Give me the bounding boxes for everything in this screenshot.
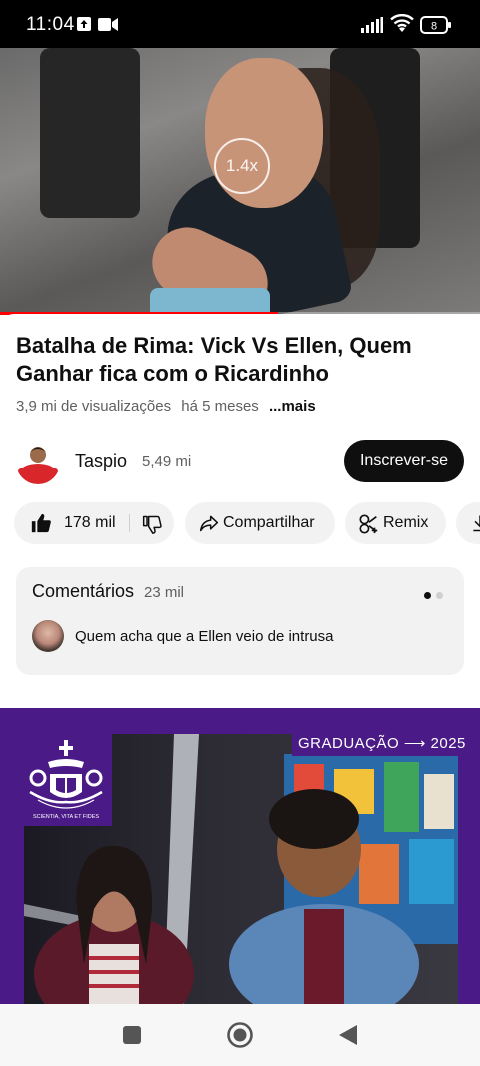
crest-motto: SCIENTIA, VITA ET FIDES	[33, 814, 99, 820]
carousel-dot-active	[424, 592, 431, 599]
battery-icon: 8	[420, 16, 452, 39]
signal-icon	[361, 17, 383, 38]
video-meta[interactable]: 3,9 mi de visualizações há 5 meses ...ma…	[16, 398, 316, 415]
remix-label: Remix	[383, 514, 429, 531]
like-count[interactable]: 178 mil	[64, 514, 116, 532]
video-details-panel: Batalha de Rima: Vick Vs Ellen, Quem Gan…	[0, 314, 480, 1004]
top-comment-text: Quem acha que a Ellen veio de intrusa	[75, 628, 334, 645]
download-icon	[470, 513, 480, 538]
recents-button[interactable]	[122, 1025, 142, 1050]
carousel-dot	[436, 592, 443, 599]
actions-row: 178 mil Compartilhar Remix	[0, 502, 480, 546]
status-bar: 11:04 8	[0, 0, 480, 48]
like-dislike-chip: 178 mil	[14, 502, 174, 544]
comments-title: Comentários	[32, 581, 135, 601]
channel-avatar[interactable]	[16, 440, 60, 484]
ad-tag: GRADUAÇÃO ⟶ 2025	[292, 730, 472, 756]
promoted-ad[interactable]: GRADUAÇÃO ⟶ 2025 SCIENTIA, VITA ET FIDES	[0, 708, 480, 1004]
upload-age: há 5 meses	[181, 398, 259, 415]
video-camera-icon	[98, 18, 118, 36]
comments-card[interactable]: Comentários 23 mil Quem acha que a Ellen…	[16, 567, 464, 675]
commenter-avatar	[32, 620, 64, 652]
remix-icon	[358, 513, 380, 540]
download-button[interactable]	[456, 502, 480, 544]
subscriber-count: 5,49 mi	[142, 453, 192, 470]
comments-count: 23 mil	[144, 584, 185, 601]
video-frame-detail	[40, 48, 140, 218]
back-button[interactable]	[338, 1024, 358, 1051]
video-title: Batalha de Rima: Vick Vs Ellen, Quem Gan…	[16, 333, 412, 386]
view-count: 3,9 mi de visualizações	[16, 398, 172, 415]
dislike-icon[interactable]	[142, 514, 162, 539]
university-crest-logo: SCIENTIA, VITA ET FIDES	[20, 734, 112, 826]
upload-icon	[76, 16, 92, 37]
video-player[interactable]: 1.4x	[0, 48, 480, 314]
system-nav-bar	[0, 1004, 480, 1066]
remix-button[interactable]: Remix	[345, 502, 446, 544]
home-button[interactable]	[226, 1021, 254, 1054]
share-icon	[199, 513, 219, 538]
channel-name[interactable]: Taspio	[75, 451, 127, 472]
carousel-dots	[424, 586, 448, 604]
chip-divider	[129, 514, 130, 532]
like-icon[interactable]	[30, 512, 52, 539]
playback-speed-badge: 1.4x	[214, 138, 270, 194]
more-link[interactable]: ...mais	[269, 398, 316, 415]
share-button[interactable]: Compartilhar	[185, 502, 335, 544]
battery-level: 8	[431, 21, 437, 33]
share-label: Compartilhar	[223, 514, 315, 531]
wifi-icon	[390, 13, 414, 39]
channel-row: Taspio 5,49 mi Inscrever-se	[0, 436, 480, 484]
video-frame-detail	[150, 288, 270, 314]
subscribe-button[interactable]: Inscrever-se	[344, 440, 464, 482]
status-time: 11:04	[26, 14, 75, 35]
